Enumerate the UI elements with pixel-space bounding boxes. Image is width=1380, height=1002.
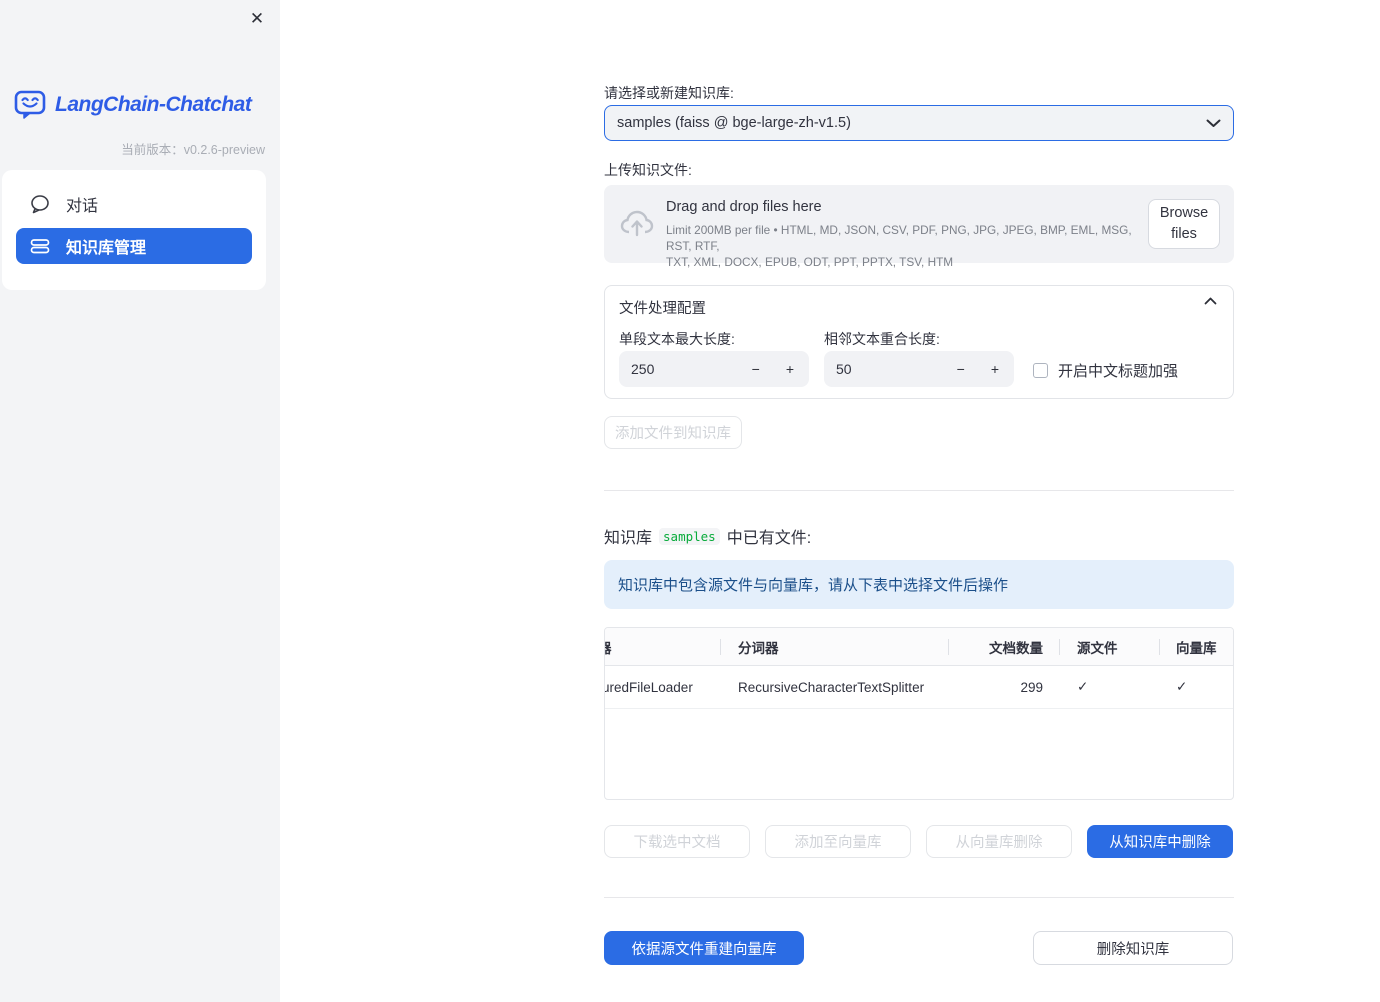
- cell-source-file-check: ✓: [1077, 679, 1089, 694]
- chunk-size-input[interactable]: 250 − +: [619, 351, 809, 387]
- checkbox-unchecked-icon[interactable]: [1033, 363, 1048, 378]
- sidebar-item-chat[interactable]: 对话: [16, 186, 252, 222]
- add-to-vector-store-button[interactable]: 添加至向量库: [765, 825, 911, 858]
- divider: [604, 897, 1234, 898]
- file-dropzone[interactable]: Drag and drop files here Limit 200MB per…: [604, 185, 1234, 269]
- kb-select-value: samples (faiss @ bge-large-zh-v1.5): [617, 115, 851, 131]
- download-selected-button[interactable]: 下载选中文档: [604, 825, 750, 858]
- header-separator: [720, 639, 721, 655]
- cloud-upload-icon: [620, 209, 654, 237]
- kb-actions-row: 依据源文件重建向量库 删除知识库: [604, 931, 1234, 965]
- header-separator: [948, 639, 949, 655]
- col-doc-count-header: 文档数量: [989, 640, 1043, 656]
- version-value: v0.2.6-preview: [183, 143, 265, 157]
- overlap-size-input[interactable]: 50 − +: [824, 351, 1014, 387]
- sidebar-item-kb-management[interactable]: 知识库管理: [16, 228, 252, 264]
- header-separator: [1059, 639, 1060, 655]
- delete-kb-button[interactable]: 删除知识库: [1033, 931, 1233, 965]
- kb-name-code: samples: [659, 527, 720, 545]
- stacked-bars-icon: [30, 236, 50, 256]
- dropzone-title: Drag and drop files here: [666, 199, 822, 215]
- file-config-expander: 文件处理配置 单段文本最大长度: 相邻文本重合长度: 250 − + 50 − …: [604, 285, 1234, 399]
- rebuild-vector-store-button[interactable]: 依据源文件重建向量库: [604, 931, 804, 965]
- add-files-to-kb-button[interactable]: 添加文件到知识库: [604, 416, 742, 449]
- dropzone-limit-text: Limit 200MB per file • HTML, MD, JSON, C…: [666, 222, 1146, 270]
- chunk-minus-button[interactable]: −: [749, 361, 763, 377]
- col-source-file-header: 源文件: [1077, 640, 1118, 656]
- sidebar-item-label: 知识库管理: [66, 240, 147, 257]
- overlap-minus-button[interactable]: −: [954, 361, 968, 377]
- kb-select[interactable]: samples (faiss @ bge-large-zh-v1.5): [604, 105, 1234, 141]
- kb-select-label: 请选择或新建知识库:: [604, 85, 734, 101]
- zh-title-enhance-label: 开启中文标题加强: [1058, 363, 1179, 380]
- chevron-down-icon: [1206, 119, 1221, 128]
- limit-line-2: TXT, XML, DOCX, EPUB, ODT, PPT, PPTX, TS…: [666, 255, 954, 269]
- chevron-up-icon[interactable]: [1204, 297, 1217, 305]
- header-separator: [1159, 639, 1160, 655]
- info-banner: 知识库中包含源文件与向量库，请从下表中选择文件后操作: [604, 560, 1234, 609]
- kb-files-table[interactable]: 器 分词器 文档数量 源文件 向量库 uredFileLoader Recurs…: [604, 627, 1234, 800]
- cell-loader: uredFileLoader: [605, 679, 693, 695]
- limit-line-1: Limit 200MB per file • HTML, MD, JSON, C…: [666, 223, 1132, 253]
- expander-title[interactable]: 文件处理配置: [619, 297, 706, 318]
- overlap-size-label: 相邻文本重合长度:: [824, 331, 940, 347]
- chunk-size-label: 单段文本最大长度:: [619, 331, 735, 347]
- overlap-size-value: 50: [836, 361, 852, 377]
- close-sidebar-icon[interactable]: ✕: [246, 8, 268, 30]
- cell-doc-count: 299: [1020, 679, 1043, 695]
- overlap-plus-button[interactable]: +: [988, 361, 1002, 377]
- col-splitter-header: 分词器: [738, 640, 779, 656]
- version-label: 当前版本：: [121, 143, 184, 157]
- info-text: 知识库中包含源文件与向量库，请从下表中选择文件后操作: [618, 577, 1009, 594]
- main-content: 请选择或新建知识库: samples (faiss @ bge-large-zh…: [604, 0, 1234, 1002]
- zh-title-enhance-checkbox-row[interactable]: 开启中文标题加强: [1033, 360, 1178, 381]
- chat-bubble-icon: [30, 194, 50, 214]
- chunk-plus-button[interactable]: +: [783, 361, 797, 377]
- browse-files-button[interactable]: Browse files: [1148, 199, 1220, 249]
- cell-vector-store-check: ✓: [1176, 679, 1188, 694]
- col-vector-store-header: 向量库: [1176, 640, 1217, 656]
- upload-label: 上传知识文件:: [604, 162, 692, 178]
- table-row[interactable]: uredFileLoader RecursiveCharacterTextSpl…: [605, 666, 1233, 709]
- kb-files-heading: 知识库 samples 中已有文件:: [604, 524, 811, 548]
- file-actions-row: 下载选中文档 添加至向量库 从向量库删除 从知识库中删除: [604, 825, 1234, 858]
- delete-from-vector-store-button[interactable]: 从向量库删除: [926, 825, 1072, 858]
- sidebar-item-label: 对话: [66, 198, 99, 215]
- dropzone-text: Drag and drop files here Limit 200MB per…: [666, 199, 1146, 270]
- sidebar: ✕ LangChain-Chatchat 当前版本：v0.2.6-preview: [0, 0, 280, 1002]
- app-title: LangChain-Chatchat: [55, 92, 252, 116]
- delete-from-kb-button[interactable]: 从知识库中删除: [1087, 825, 1233, 858]
- version-text: 当前版本：v0.2.6-preview: [121, 139, 265, 158]
- logo-smiley-bubble-icon: [13, 88, 47, 121]
- sidebar-menu: 对话 知识库管理: [2, 170, 266, 290]
- chunk-size-value: 250: [631, 361, 655, 377]
- heading-prefix: 知识库: [604, 530, 653, 547]
- heading-suffix: 中已有文件:: [726, 530, 812, 547]
- cell-splitter: RecursiveCharacterTextSplitter: [738, 679, 925, 695]
- table-header-row: 器 分词器 文档数量 源文件 向量库: [605, 628, 1233, 666]
- divider: [604, 490, 1234, 491]
- app-logo: LangChain-Chatchat: [13, 88, 252, 121]
- col-loader-header: 器: [605, 628, 719, 665]
